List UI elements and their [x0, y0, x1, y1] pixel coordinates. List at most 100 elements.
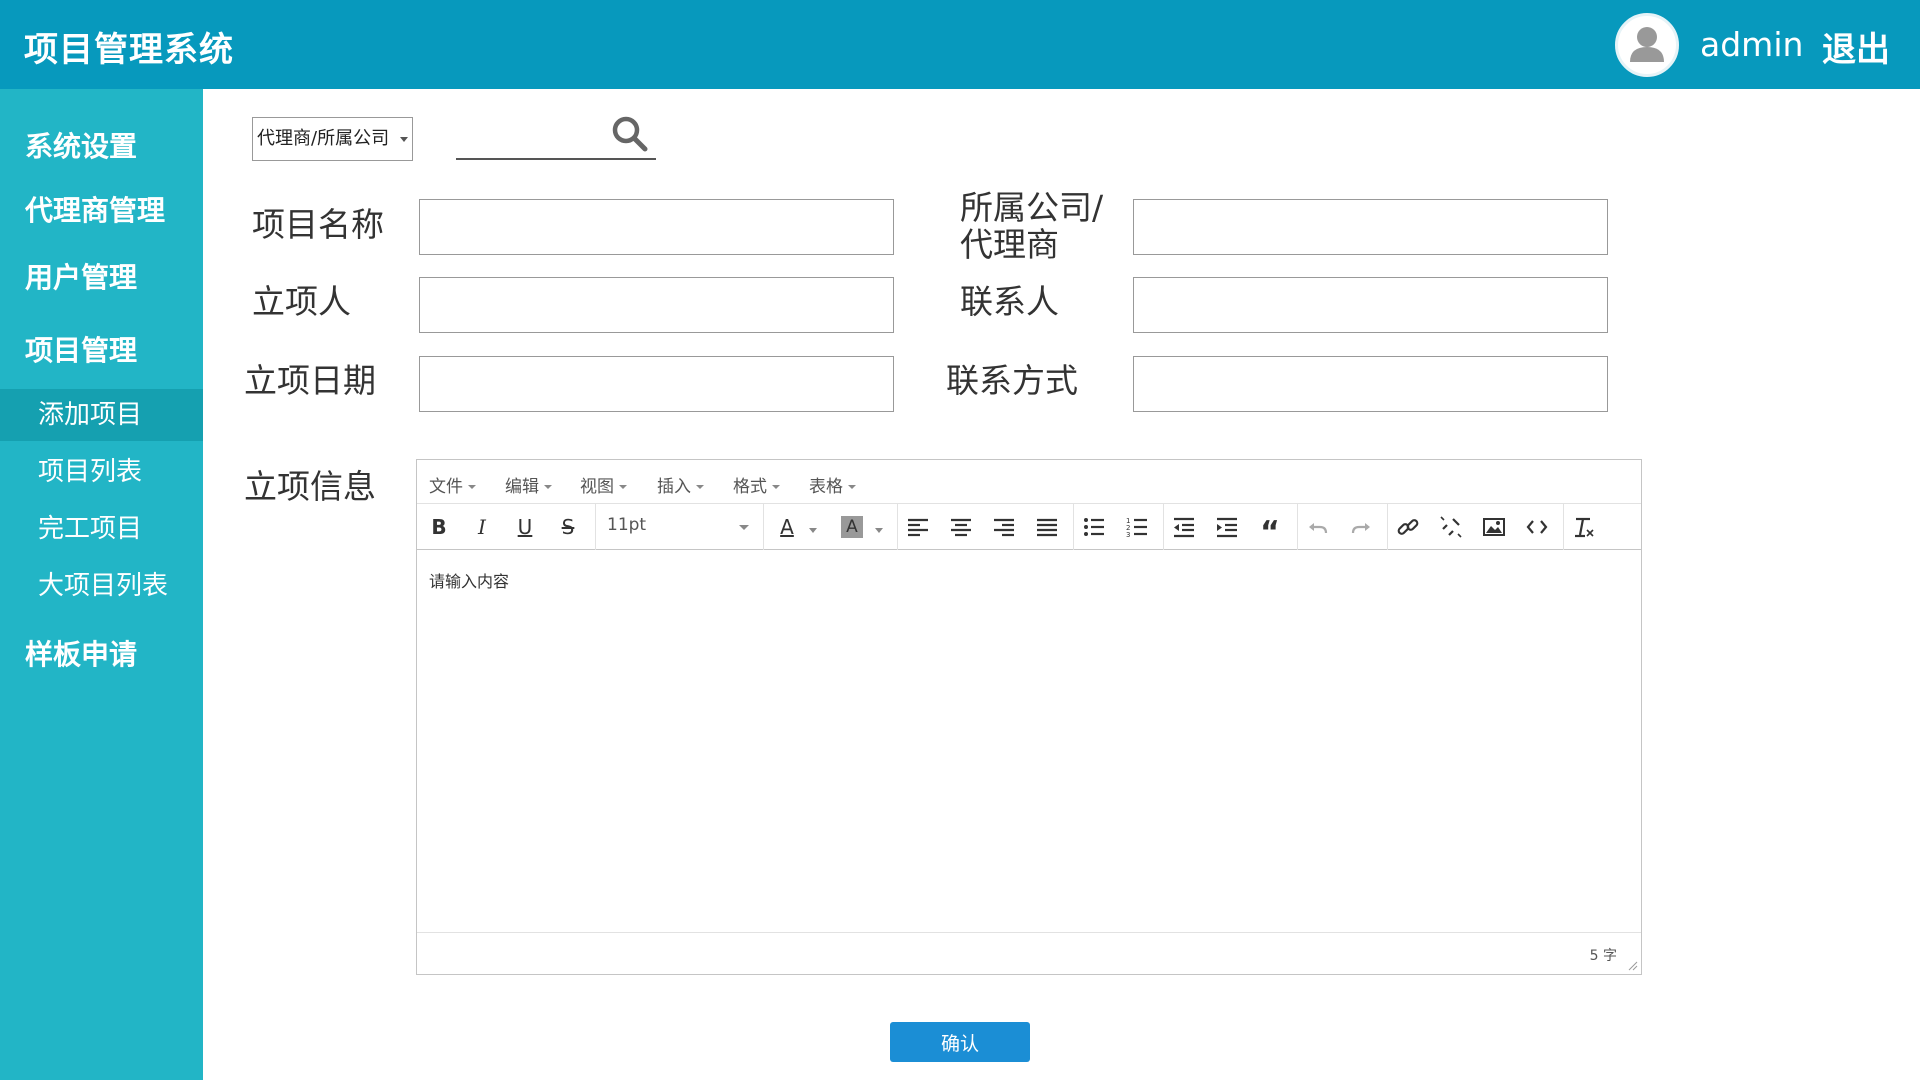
- search-icon[interactable]: [610, 114, 650, 154]
- sidebar-item-sample-application[interactable]: 样板申请: [25, 633, 137, 673]
- indent-button[interactable]: [1212, 512, 1242, 542]
- align-left-button[interactable]: [903, 512, 933, 542]
- underline-button[interactable]: U: [510, 512, 540, 542]
- menu-table-label: 表格: [809, 477, 843, 497]
- clear-format-button[interactable]: [1569, 512, 1599, 542]
- editor-menubar: 文件 编辑 视图 插入 格式 表格: [417, 460, 1641, 504]
- sidebar-item-completed-projects[interactable]: 完工项目: [0, 503, 203, 555]
- italic-button[interactable]: I: [467, 512, 497, 542]
- menu-file[interactable]: 文件: [429, 472, 476, 497]
- chevron-down-icon: [544, 485, 552, 489]
- blockquote-button[interactable]: “: [1255, 512, 1285, 548]
- background-color-button[interactable]: A: [841, 516, 863, 538]
- company-label-line2: 代理商: [960, 224, 1059, 264]
- contact-label: 联系人: [960, 282, 1059, 321]
- sidebar-item-project-list[interactable]: 项目列表: [0, 446, 203, 498]
- align-justify-button[interactable]: [1032, 512, 1062, 542]
- unlink-icon: [1440, 516, 1462, 538]
- username: admin: [1700, 25, 1804, 64]
- date-input[interactable]: [419, 356, 894, 412]
- menu-edit[interactable]: 编辑: [505, 472, 552, 497]
- bullet-list-button[interactable]: [1079, 512, 1109, 542]
- align-justify-icon: [1037, 518, 1057, 537]
- sidebar: 系统设置 代理商管理 用户管理 项目管理 添加项目 项目列表 完工项目 大项目列…: [0, 89, 203, 1080]
- svg-text:3: 3: [1126, 531, 1130, 539]
- toolbar-divider: [763, 504, 764, 550]
- project-name-label: 项目名称: [252, 205, 384, 244]
- chevron-down-icon: [772, 485, 780, 489]
- numbered-list-button[interactable]: 123: [1122, 512, 1152, 542]
- code-icon: [1526, 520, 1548, 534]
- search-type-value: 代理商/所属公司: [257, 128, 390, 149]
- avatar[interactable]: [1615, 13, 1679, 77]
- sidebar-item-system-settings[interactable]: 系统设置: [25, 125, 137, 165]
- sidebar-item-add-project[interactable]: 添加项目: [0, 389, 203, 441]
- menu-view[interactable]: 视图: [580, 472, 627, 497]
- insert-image-button[interactable]: [1479, 512, 1509, 542]
- align-right-button[interactable]: [989, 512, 1019, 542]
- sidebar-item-project-management[interactable]: 项目管理: [25, 329, 137, 369]
- undo-button[interactable]: [1303, 512, 1333, 542]
- word-count: 5 字: [1589, 948, 1617, 964]
- insert-link-button[interactable]: [1393, 512, 1423, 542]
- initiator-input[interactable]: [419, 277, 894, 333]
- search-type-select[interactable]: 代理商/所属公司: [252, 117, 413, 161]
- confirm-button[interactable]: 确认: [890, 1022, 1030, 1062]
- numbered-list-icon: 123: [1126, 517, 1147, 539]
- sidebar-item-large-project-list[interactable]: 大项目列表: [0, 560, 203, 612]
- source-code-button[interactable]: [1522, 512, 1552, 542]
- redo-button[interactable]: [1346, 512, 1376, 542]
- align-left-icon: [908, 518, 928, 537]
- app-title: 项目管理系统: [24, 30, 234, 70]
- contact-input[interactable]: [1133, 277, 1608, 333]
- strikethrough-button[interactable]: S: [553, 512, 583, 542]
- initiator-label: 立项人: [252, 282, 351, 321]
- font-size-select[interactable]: 11pt: [607, 515, 757, 541]
- bold-button[interactable]: B: [424, 512, 454, 542]
- rich-text-editor: 文件 编辑 视图 插入 格式 表格 B I U S 11pt A A 1 2 3…: [416, 459, 1642, 975]
- remove-link-button[interactable]: [1436, 512, 1466, 542]
- clear-format-icon: [1575, 517, 1594, 538]
- toolbar-divider: [1163, 504, 1164, 550]
- toolbar-divider: [1297, 504, 1298, 550]
- link-icon: [1397, 519, 1419, 535]
- chevron-down-icon: [400, 137, 408, 142]
- editor-toolbar: B I U S 11pt A A 123 “: [417, 504, 1641, 550]
- contact-method-label: 联系方式: [946, 361, 1078, 400]
- company-input[interactable]: [1133, 199, 1608, 255]
- menu-table[interactable]: 表格: [809, 472, 856, 497]
- text-color-button[interactable]: A: [772, 512, 802, 542]
- editor-content[interactable]: 请输入内容: [429, 568, 509, 592]
- toolbar-divider: [1073, 504, 1074, 550]
- menu-insert-label: 插入: [657, 477, 691, 497]
- logout-button[interactable]: 退出: [1822, 22, 1890, 71]
- company-label-line1: 所属公司/: [960, 188, 1104, 227]
- contact-method-input[interactable]: [1133, 356, 1608, 412]
- resize-handle-icon[interactable]: [1626, 959, 1638, 971]
- undo-icon: [1309, 523, 1328, 534]
- company-label: 所属公司/ 代理商: [960, 188, 1104, 264]
- chevron-down-icon: [875, 528, 883, 533]
- menu-format[interactable]: 格式: [733, 472, 780, 497]
- chevron-down-icon: [696, 485, 704, 489]
- menu-insert[interactable]: 插入: [657, 472, 704, 497]
- align-right-icon: [994, 518, 1014, 537]
- menu-format-label: 格式: [733, 477, 767, 497]
- sidebar-item-user-management[interactable]: 用户管理: [25, 256, 137, 296]
- align-center-button[interactable]: [946, 512, 976, 542]
- chevron-down-icon: [809, 528, 817, 533]
- date-label: 立项日期: [244, 361, 376, 400]
- sidebar-item-agent-management[interactable]: 代理商管理: [25, 189, 165, 229]
- header: 项目管理系统 admin 退出: [0, 0, 1920, 89]
- project-name-input[interactable]: [419, 199, 894, 255]
- user-icon: [1630, 27, 1664, 62]
- menu-file-label: 文件: [429, 477, 463, 497]
- outdent-button[interactable]: [1169, 512, 1199, 542]
- project-info-label: 立项信息: [244, 467, 376, 506]
- image-icon: [1483, 518, 1505, 536]
- toolbar-divider: [897, 504, 898, 550]
- toolbar-divider: [1387, 504, 1388, 550]
- chevron-down-icon: [619, 485, 627, 489]
- chevron-down-icon: [468, 485, 476, 489]
- redo-icon: [1351, 523, 1370, 534]
